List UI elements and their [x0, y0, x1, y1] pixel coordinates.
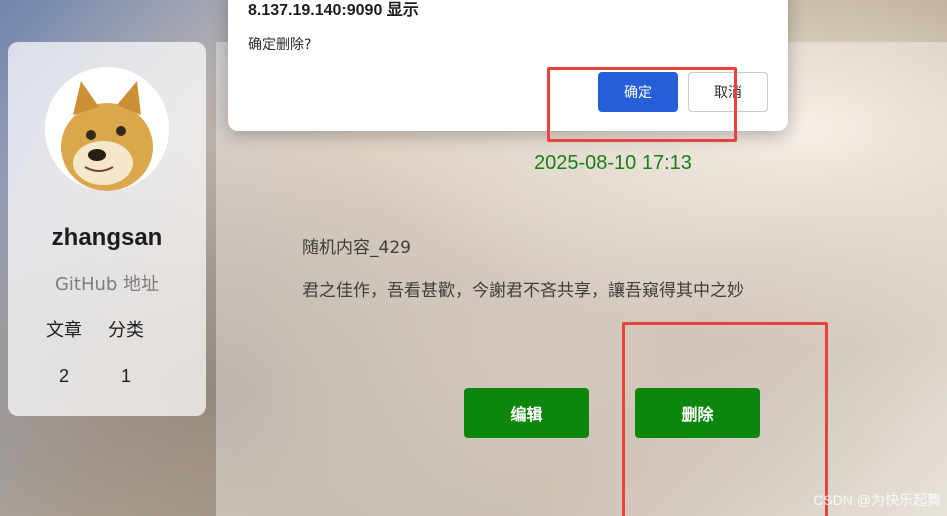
- dialog-ok-button[interactable]: 确定: [598, 72, 678, 112]
- dialog-message: 确定删除?: [248, 37, 312, 53]
- page: zhangsan GitHub 地址 文章 分类 2 1 2025-08-10 …: [0, 0, 947, 516]
- github-link[interactable]: GitHub 地址: [8, 270, 206, 296]
- profile-card: zhangsan GitHub 地址 文章 分类 2 1: [8, 42, 206, 416]
- dialog-cancel-button[interactable]: 取消: [688, 72, 768, 112]
- stat-categories-value: 1: [120, 366, 131, 386]
- stat-articles-label: 文章: [46, 320, 82, 341]
- avatar[interactable]: [45, 67, 169, 191]
- post-body: 君之佳作，吾看甚歡，今謝君不吝共享，讓吾窺得其中之妙: [302, 281, 744, 301]
- delete-button[interactable]: 删除: [635, 388, 760, 438]
- stat-articles-value: 2: [58, 366, 69, 386]
- watermark: CSDN @为快乐起舞: [813, 492, 941, 508]
- edit-button[interactable]: 编辑: [464, 388, 589, 438]
- username: zhangsan: [51, 224, 163, 251]
- doge-avatar-icon: [45, 67, 169, 191]
- post-title: 随机内容_429: [302, 238, 411, 258]
- dialog-origin: 8.137.19.140:9090 显示: [248, 2, 419, 19]
- confirm-dialog: 8.137.19.140:9090 显示 确定删除? 确定 取消: [228, 0, 788, 131]
- stat-categories-label: 分类: [108, 320, 144, 341]
- post-date: 2025-08-10 17:13: [534, 152, 692, 174]
